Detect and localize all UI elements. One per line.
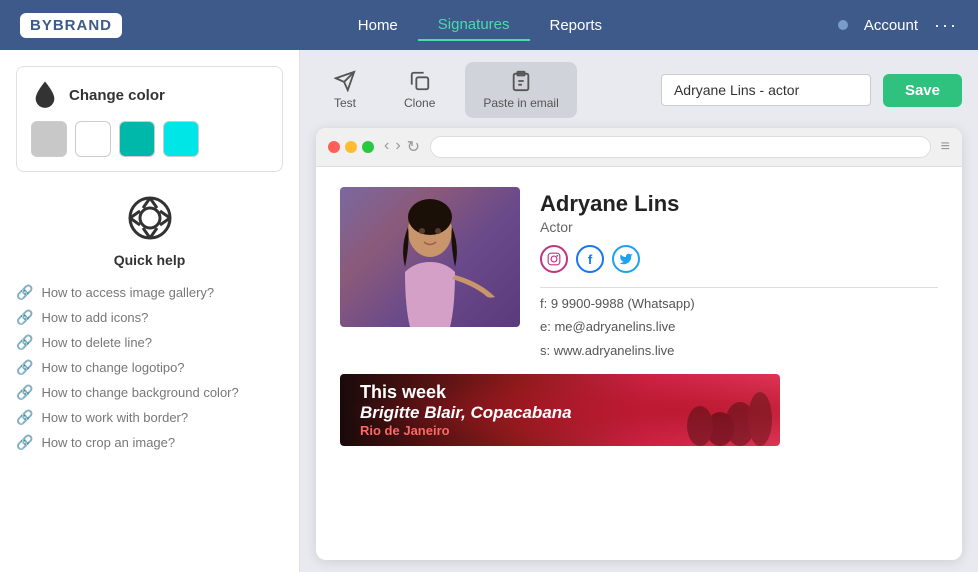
help-links: 🔗 How to access image gallery? 🔗 How to … [16, 280, 283, 455]
browser-chrome: ‹ › ↻ ≡ [316, 128, 962, 167]
signature-name: Adryane Lins [540, 191, 938, 217]
browser-close-dot[interactable] [328, 141, 340, 153]
left-panel: Change color ⊕ [0, 50, 300, 572]
browser-url-bar[interactable] [430, 136, 931, 158]
browser-minimize-dot[interactable] [345, 141, 357, 153]
browser-menu-icon[interactable]: ≡ [941, 138, 950, 156]
signature-contact: f: 9 9900-9988 (Whatsapp) e: me@adryanel… [540, 292, 938, 362]
swatch-cyan[interactable] [163, 121, 199, 157]
person-photo-svg [340, 187, 520, 327]
signature-info: Adryane Lins Actor f [540, 187, 938, 362]
paste-icon [510, 70, 532, 92]
clone-button[interactable]: Clone [386, 62, 453, 118]
banner-text: This week Brigitte Blair, Copacabana Rio… [360, 382, 572, 438]
help-link-0[interactable]: 🔗 How to access image gallery? [16, 280, 283, 305]
browser-maximize-dot[interactable] [362, 141, 374, 153]
sig-site: s: www.adryanelins.live [540, 339, 938, 362]
link-icon-6: 🔗 [16, 434, 33, 451]
right-panel: Test Clone Paste in email Save [300, 50, 978, 572]
sig-email: e: me@adryanelins.live [540, 315, 938, 338]
browser-forward-button[interactable]: › [395, 137, 400, 157]
signature-social: f [540, 245, 938, 273]
top-navigation: BYBRAND Home Signatures Reports Account … [0, 0, 978, 50]
change-color-section: Change color [16, 66, 283, 172]
twitter-icon[interactable] [612, 245, 640, 273]
banner-line2: Brigitte Blair, Copacabana [360, 403, 572, 423]
instagram-icon[interactable] [540, 245, 568, 273]
nav-reports[interactable]: Reports [530, 11, 623, 40]
nav-right: Account ··· [838, 15, 958, 36]
help-link-1[interactable]: 🔗 How to add icons? [16, 305, 283, 330]
help-link-6[interactable]: 🔗 How to crop an image? [16, 430, 283, 455]
color-swatches [31, 121, 268, 157]
signature-content: Adryane Lins Actor f [316, 167, 962, 466]
banner-line1: This week [360, 382, 572, 403]
main-layout: Change color ⊕ [0, 50, 978, 572]
browser-nav-buttons: ‹ › ↻ [384, 137, 420, 157]
lifebuoy-icon-wrapper [124, 192, 176, 244]
signature-banner: This week Brigitte Blair, Copacabana Rio… [340, 374, 780, 446]
swatch-white[interactable] [75, 121, 111, 157]
link-icon-2: 🔗 [16, 334, 33, 351]
browser-dots [328, 141, 374, 153]
link-icon-0: 🔗 [16, 284, 33, 301]
swatch-teal[interactable] [119, 121, 155, 157]
browser-window: ‹ › ↻ ≡ [316, 128, 962, 560]
signature-top: Adryane Lins Actor f [340, 187, 938, 362]
save-button[interactable]: Save [883, 74, 962, 107]
banner-line3: Rio de Janeiro [360, 423, 572, 438]
help-link-4[interactable]: 🔗 How to change background color? [16, 380, 283, 405]
logo[interactable]: BYBRAND [20, 13, 122, 38]
banner-bg-svg [580, 374, 780, 446]
change-color-title: Change color [69, 87, 165, 104]
signature-name-input[interactable] [661, 74, 871, 106]
more-menu-button[interactable]: ··· [934, 15, 958, 36]
test-button[interactable]: Test [316, 62, 374, 118]
sig-phone: f: 9 9900-9988 (Whatsapp) [540, 292, 938, 315]
signature-photo [340, 187, 520, 327]
help-link-5[interactable]: 🔗 How to work with border? [16, 405, 283, 430]
lifebuoy-icon [126, 194, 174, 242]
quick-help-title: Quick help [16, 252, 283, 268]
change-color-header: Change color [31, 81, 268, 109]
facebook-icon[interactable]: f [576, 245, 604, 273]
sig-divider [540, 287, 938, 288]
test-icon [334, 70, 356, 92]
link-icon-4: 🔗 [16, 384, 33, 401]
link-icon-5: 🔗 [16, 409, 33, 426]
nav-signatures[interactable]: Signatures [418, 10, 530, 41]
paste-button[interactable]: Paste in email [465, 62, 576, 118]
browser-back-button[interactable]: ‹ [384, 137, 389, 157]
droplet-icon [31, 81, 59, 109]
status-dot [838, 20, 848, 30]
link-icon-3: 🔗 [16, 359, 33, 376]
help-link-3[interactable]: 🔗 How to change logotipo? [16, 355, 283, 380]
swatch-gray[interactable] [31, 121, 67, 157]
nav-home[interactable]: Home [338, 11, 418, 40]
browser-reload-button[interactable]: ↻ [407, 137, 420, 157]
toolbar: Test Clone Paste in email Save [316, 62, 962, 118]
clone-icon [409, 70, 431, 92]
account-link[interactable]: Account [864, 17, 918, 34]
nav-links: Home Signatures Reports [152, 10, 808, 41]
help-link-2[interactable]: 🔗 How to delete line? [16, 330, 283, 355]
quick-help-section: ⊕ Quick help [16, 192, 283, 455]
link-icon-1: 🔗 [16, 309, 33, 326]
signature-job-title: Actor [540, 219, 938, 235]
